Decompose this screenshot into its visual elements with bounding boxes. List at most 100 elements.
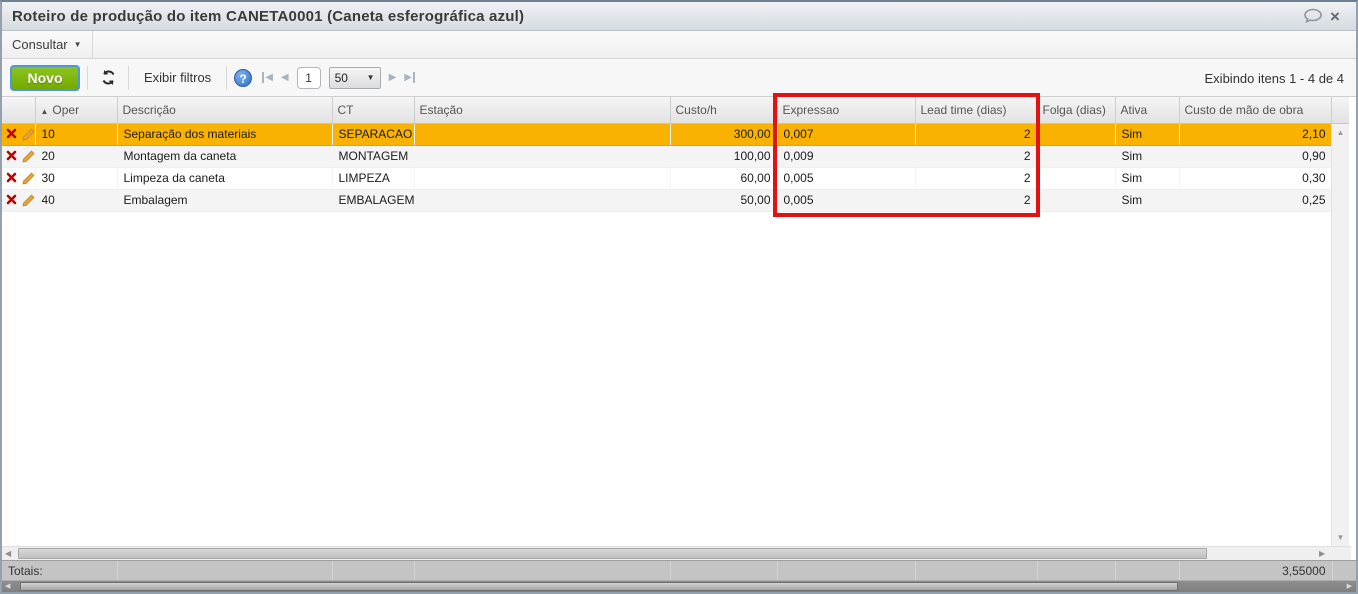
scroll-right-icon[interactable]: ▶	[1347, 582, 1352, 590]
cell-estacao	[414, 145, 671, 168]
edit-pencil-icon[interactable]	[22, 128, 34, 141]
edit-pencil-icon[interactable]	[22, 172, 34, 185]
col-header-ativa[interactable]: Ativa	[1115, 97, 1180, 124]
cell-custo-mao: 0,30	[1179, 167, 1333, 190]
cell-estacao	[414, 167, 671, 190]
items-info-label: Exibindo itens 1 - 4 de 4	[1204, 70, 1344, 86]
totals-empty	[915, 561, 1038, 580]
col-header-descricao[interactable]: Descrição	[117, 97, 333, 124]
cell-custo-h: 300,00	[670, 123, 778, 146]
consultar-menu-button[interactable]: Consultar ▼	[2, 31, 93, 58]
table-row[interactable]: 40 Embalagem EMBALAGEM 50,00 0,005 2 Sim…	[2, 189, 1333, 212]
cell-expressao: 0,009	[777, 145, 916, 168]
col-header-ct[interactable]: CT	[332, 97, 415, 124]
totals-empty	[414, 561, 671, 580]
row-actions	[2, 145, 36, 168]
cell-custo-mao: 0,25	[1179, 189, 1333, 212]
horizontal-scrollbar-thumb[interactable]	[18, 548, 1207, 559]
delete-icon[interactable]	[6, 128, 17, 141]
window-scrollbar-thumb[interactable]	[20, 582, 1178, 591]
cell-lead-time: 2	[915, 123, 1038, 146]
last-page-button[interactable]: ▶	[404, 72, 415, 83]
vertical-scrollbar[interactable]: ▲ ▼	[1331, 97, 1349, 546]
table-row-selected[interactable]: 10 Separação dos materiais SEPARACAO 300…	[2, 123, 1333, 146]
first-page-button[interactable]: ◀	[262, 72, 273, 83]
cell-ativa: Sim	[1115, 167, 1180, 190]
table-row[interactable]: 20 Montagem da caneta MONTAGEM 100,00 0,…	[2, 145, 1333, 168]
delete-icon[interactable]	[6, 172, 17, 185]
help-icon[interactable]: ?	[234, 68, 253, 87]
cell-ativa: Sim	[1115, 123, 1180, 146]
scroll-left-icon[interactable]: ◀	[5, 582, 10, 590]
title-bar: Roteiro de produção do item CANETA0001 (…	[2, 2, 1356, 31]
scroll-left-icon[interactable]: ◀	[5, 549, 11, 558]
totals-row: Totais: 3,55000	[2, 561, 1333, 580]
col-header-oper[interactable]: ▲ Oper	[35, 97, 118, 124]
col-header-actions	[2, 97, 36, 124]
prev-page-button[interactable]: ◀	[281, 72, 289, 83]
consultar-label: Consultar	[12, 37, 68, 52]
sort-asc-icon: ▲	[40, 106, 49, 116]
cell-oper: 10	[35, 123, 118, 146]
edit-pencil-icon[interactable]	[22, 194, 34, 207]
totals-empty	[1115, 561, 1180, 580]
cell-oper: 30	[35, 167, 118, 190]
cell-lead-time: 2	[915, 167, 1038, 190]
next-page-button[interactable]: ▶	[389, 72, 397, 83]
col-header-custo-h[interactable]: Custo/h	[670, 97, 778, 124]
chevron-down-icon: ▼	[366, 73, 375, 82]
edit-pencil-icon[interactable]	[22, 150, 34, 163]
totals-empty	[117, 561, 333, 580]
scroll-right-icon[interactable]: ▶	[1319, 549, 1325, 558]
data-grid: ▲ Oper Descrição CT Estação Custo/h Expre…	[2, 97, 1356, 546]
page-title: Roteiro de produção do item CANETA0001 (…	[12, 7, 525, 25]
close-glyph: ×	[1330, 6, 1340, 26]
col-header-oper-label: Oper	[52, 102, 80, 117]
exibir-filtros-button[interactable]: Exibir filtros	[136, 70, 219, 85]
cell-ativa: Sim	[1115, 145, 1180, 168]
cell-descricao: Limpeza da caneta	[117, 167, 333, 190]
col-header-lead-time[interactable]: Lead time (dias)	[915, 97, 1038, 124]
cell-expressao: 0,005	[777, 189, 916, 212]
delete-icon[interactable]	[6, 194, 17, 207]
toolbar-separator	[128, 65, 129, 90]
table-row[interactable]: 30 Limpeza da caneta LIMPEZA 60,00 0,005…	[2, 167, 1333, 190]
window-horizontal-scrollbar[interactable]: ◀ ▶	[2, 581, 1356, 592]
col-header-folga[interactable]: Folga (dias)	[1037, 97, 1116, 124]
totals-empty	[332, 561, 415, 580]
cell-ct: EMBALAGEM	[332, 189, 415, 212]
totals-bar: Totais: 3,55000	[2, 560, 1356, 581]
menu-bar: Consultar ▼	[2, 31, 1356, 59]
col-header-estacao[interactable]: Estação	[414, 97, 671, 124]
toolbar: Novo Exibir filtros ? ◀ ◀ 1 50 ▼ ▶ ▶ Exi…	[2, 59, 1356, 97]
row-actions	[2, 123, 36, 146]
totals-empty	[1037, 561, 1116, 580]
cell-estacao	[414, 123, 671, 146]
scroll-down-icon[interactable]: ▼	[1332, 533, 1349, 542]
cell-custo-mao: 2,10	[1179, 123, 1333, 146]
cell-ativa: Sim	[1115, 189, 1180, 212]
cell-estacao	[414, 189, 671, 212]
vertical-scrollbar-track[interactable]: ▲ ▼	[1331, 124, 1349, 546]
cell-descricao: Embalagem	[117, 189, 333, 212]
col-header-expressao[interactable]: Expressao	[777, 97, 916, 124]
delete-icon[interactable]	[6, 150, 17, 163]
toolbar-separator	[87, 65, 88, 90]
totals-empty	[777, 561, 916, 580]
scroll-up-icon[interactable]: ▲	[1332, 128, 1349, 137]
pagination: ◀ ◀ 1 50 ▼ ▶ ▶	[262, 66, 415, 89]
close-icon[interactable]: ×	[1324, 6, 1346, 26]
totals-custo-mao: 3,55000	[1179, 561, 1333, 580]
cell-folga	[1037, 189, 1116, 212]
totals-table: Totais: 3,55000	[2, 561, 1333, 580]
page-number-input[interactable]: 1	[296, 66, 321, 89]
page-size-select[interactable]: 50 ▼	[328, 66, 381, 89]
page-size-value: 50	[334, 70, 348, 85]
col-header-custo-mao[interactable]: Custo de mão de obra	[1179, 97, 1333, 124]
horizontal-scrollbar[interactable]: ◀ ▶	[2, 546, 1351, 560]
refresh-icon[interactable]	[95, 65, 121, 91]
cell-folga	[1037, 167, 1116, 190]
novo-button[interactable]: Novo	[10, 64, 80, 91]
comment-icon[interactable]	[1302, 6, 1324, 26]
chevron-down-icon: ▼	[73, 40, 82, 49]
